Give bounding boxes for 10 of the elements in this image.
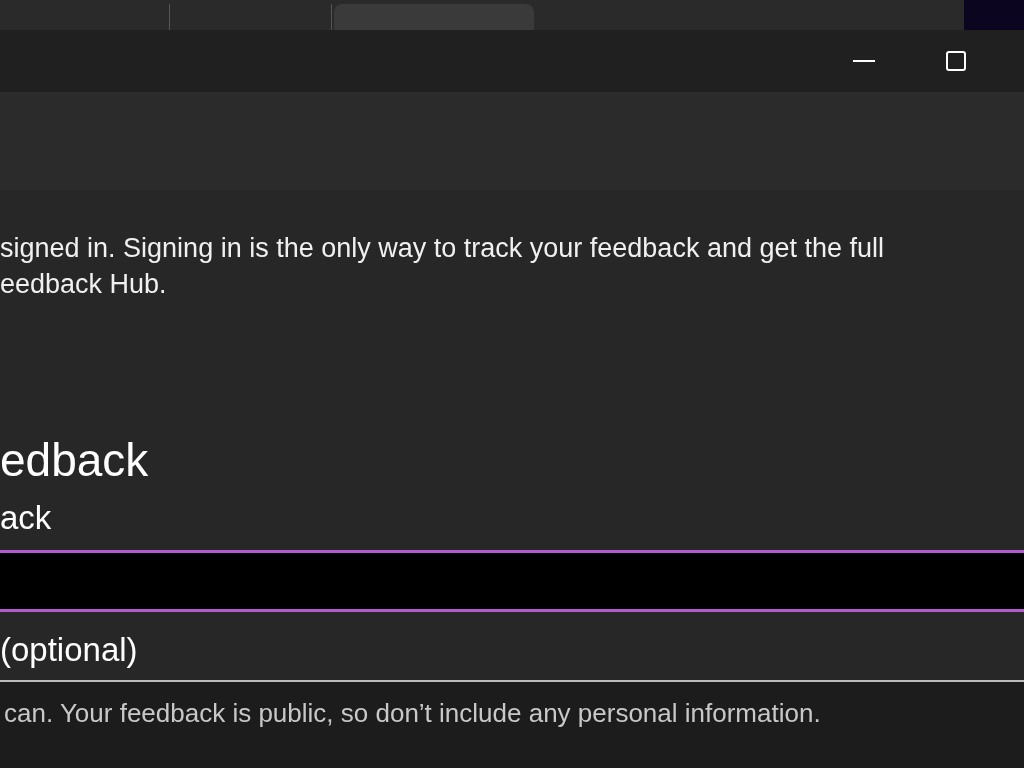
summary-label: ack <box>0 498 52 538</box>
details-label: (optional) <box>0 630 138 670</box>
sign-in-message: signed in. Signing in is the only way to track your feedback and get the full eedback Hub. <box>0 232 886 301</box>
page-heading: edback <box>0 433 149 488</box>
browser-tab[interactable] <box>334 4 534 30</box>
browser-corner <box>964 0 1024 30</box>
summary-field[interactable] <box>0 550 1024 612</box>
details-field[interactable]: can. Your feedback is public, so don’t include any personal information. <box>0 680 1024 768</box>
maximize-icon <box>946 51 966 71</box>
minimize-icon <box>853 60 875 62</box>
